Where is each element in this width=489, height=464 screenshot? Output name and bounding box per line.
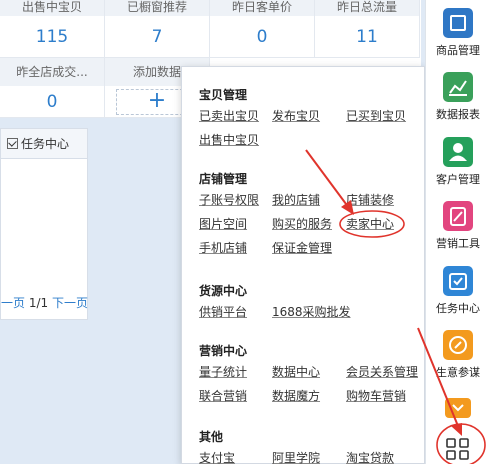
group-title: 其他 [199, 430, 224, 444]
stat-label: 昨日总流量 [315, 0, 419, 16]
stat-value[interactable]: 0 [0, 86, 104, 118]
stat-window-recommend[interactable]: 已橱窗推荐 7 [105, 0, 210, 58]
link-data-cube[interactable]: 数据魔方 [272, 387, 320, 404]
link-seller-center[interactable]: 卖家中心 [346, 215, 394, 232]
page-indicator: 1/1 [28, 296, 49, 310]
link-subaccount[interactable]: 子账号权限 [199, 191, 259, 208]
menu-group-items: 宝贝管理 已卖出宝贝 发布宝贝 已买到宝贝 出售中宝贝 [199, 87, 419, 147]
stat-total-traffic[interactable]: 昨日总流量 11 [315, 0, 420, 58]
tool-label: 任务中心 [436, 302, 480, 315]
compass-icon [443, 330, 473, 360]
link-cart-marketing[interactable]: 购物车营销 [346, 387, 406, 404]
customer-icon [443, 137, 473, 167]
link-deposit[interactable]: 保证金管理 [272, 239, 332, 256]
link-bought-items[interactable]: 已买到宝贝 [346, 107, 406, 124]
tool-data-report[interactable]: 数据报表 [426, 72, 489, 122]
stat-value[interactable]: 11 [315, 16, 419, 58]
link-mobile-store[interactable]: 手机店铺 [199, 239, 247, 256]
stat-value[interactable]: 7 [105, 16, 209, 58]
tool-label: 营销工具 [436, 237, 480, 250]
link-my-store[interactable]: 我的店铺 [272, 191, 320, 208]
link-image-space[interactable]: 图片空间 [199, 215, 247, 232]
customer-icon-shape [449, 143, 467, 161]
tool-product-management[interactable]: 商品管理 [426, 8, 489, 58]
stat-label: 昨日客单价 [210, 0, 314, 16]
link-publish-item[interactable]: 发布宝贝 [272, 107, 320, 124]
task-center-header: 任务中心 [1, 129, 87, 159]
right-toolbar: 商品管理 数据报表 客户管理 营销工具 任务中心 生意参谋 [425, 0, 489, 464]
tool-business-advisor[interactable]: 生意参谋 [426, 330, 489, 380]
tool-marketing-tools[interactable]: 营销工具 [426, 201, 489, 251]
product-icon-shape [450, 15, 466, 31]
chart-icon-shape [449, 80, 467, 96]
stat-label: 已橱窗推荐 [105, 0, 209, 16]
pagination: 一页 1/1 下一页 [1, 294, 88, 311]
group-title: 宝贝管理 [199, 88, 248, 102]
menu-group-marketing: 营销中心 量子统计 数据中心 会员关系管理 联合营销 数据魔方 购物车营销 [199, 343, 419, 403]
stat-store-turnover[interactable]: 昨全店成交... 0 [0, 58, 105, 118]
product-icon [443, 8, 473, 38]
link-distribution[interactable]: 供销平台 [199, 303, 247, 320]
stat-value[interactable]: 115 [0, 16, 104, 58]
link-sold-items[interactable]: 已卖出宝贝 [199, 107, 259, 124]
grid-icon [446, 438, 469, 460]
task-center-panel: 任务中心 一页 1/1 下一页 [0, 128, 88, 320]
tool-task-center[interactable]: 任务中心 [426, 266, 489, 316]
link-selling-items[interactable]: 出售中宝贝 [199, 131, 259, 148]
chevron-down-icon-shape [452, 404, 464, 412]
calendar-check-icon-shape [449, 273, 467, 290]
discount-icon-shape [450, 207, 466, 226]
menu-group-store: 店铺管理 子账号权限 我的店铺 店铺装修 图片空间 购买的服务 卖家中心 手机店… [199, 171, 419, 255]
compass-icon-shape [449, 336, 467, 354]
stat-value[interactable]: 0 [210, 16, 314, 58]
link-crm[interactable]: 会员关系管理 [346, 363, 418, 380]
link-data-center[interactable]: 数据中心 [272, 363, 320, 380]
link-store-decor[interactable]: 店铺装修 [346, 191, 394, 208]
tool-label: 生意参谋 [436, 366, 480, 379]
stat-avg-order-value[interactable]: 昨日客单价 0 [210, 0, 315, 58]
checkbox-icon [7, 138, 18, 149]
task-center-title: 任务中心 [21, 137, 70, 151]
menu-group-other: 其他 支付宝 阿里学院 淘宝贷款 [199, 429, 419, 464]
link-alipay[interactable]: 支付宝 [199, 449, 235, 464]
chart-icon [443, 72, 473, 102]
tool-label: 客户管理 [436, 173, 480, 186]
stat-label: 出售中宝贝 [0, 0, 104, 16]
group-title: 货源中心 [199, 284, 248, 298]
group-title: 营销中心 [199, 344, 248, 358]
link-quantum-stats[interactable]: 量子统计 [199, 363, 247, 380]
link-joint-marketing[interactable]: 联合营销 [199, 387, 247, 404]
chevron-down-icon [445, 398, 471, 418]
link-1688[interactable]: 1688采购批发 [272, 303, 351, 320]
link-bought-services[interactable]: 购买的服务 [272, 215, 332, 232]
stat-label: 昨全店成交... [0, 58, 104, 86]
discount-icon [443, 201, 473, 231]
link-taobao-loan[interactable]: 淘宝贷款 [346, 449, 394, 464]
tool-customer-management[interactable]: 客户管理 [426, 137, 489, 187]
menu-group-supply: 货源中心 供销平台 1688采购批发 [199, 283, 419, 319]
quick-menu-dropdown: 宝贝管理 已卖出宝贝 发布宝贝 已买到宝贝 出售中宝贝 店铺管理 子账号权限 我… [181, 66, 425, 464]
next-page-link[interactable]: 下一页 [52, 296, 88, 310]
tool-label: 商品管理 [436, 44, 480, 57]
calendar-check-icon [443, 266, 473, 296]
link-ali-academy[interactable]: 阿里学院 [272, 449, 320, 464]
apps-grid-button[interactable] [426, 438, 489, 460]
tool-label: 数据报表 [436, 108, 480, 121]
stat-selling-items[interactable]: 出售中宝贝 115 [0, 0, 105, 58]
group-title: 店铺管理 [199, 172, 248, 186]
collapse-button[interactable] [426, 398, 489, 418]
prev-page-link[interactable]: 一页 [1, 296, 25, 310]
